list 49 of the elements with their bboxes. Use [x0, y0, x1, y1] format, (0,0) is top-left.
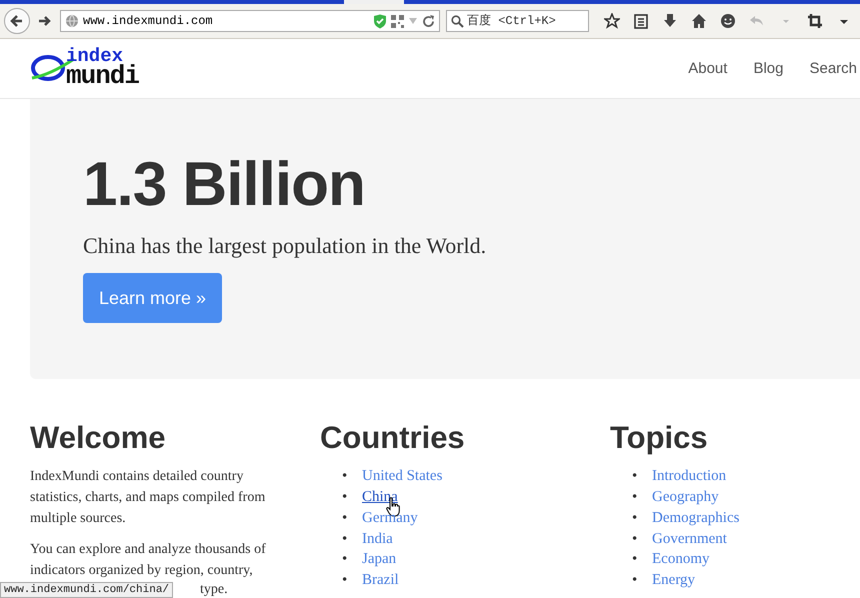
topics-link[interactable]: Introduction [652, 468, 726, 484]
bullet: • [632, 571, 638, 590]
bullet: • [342, 467, 348, 486]
shield-icon [373, 14, 387, 28]
bullet: • [632, 488, 638, 507]
bullet: • [342, 530, 348, 549]
search-box[interactable]: 百度 <Ctrl+K> [446, 10, 589, 32]
logo-text: index [66, 48, 124, 66]
back-icon [10, 14, 24, 28]
bullet: • [632, 550, 638, 570]
address-field[interactable]: www.indexmundi.com [83, 14, 369, 28]
hero-headline: 1.3 Billion [83, 151, 366, 220]
nav-link[interactable]: Search [809, 60, 857, 77]
countries-link[interactable]: Germany [362, 510, 418, 526]
countries-link[interactable]: China [362, 488, 398, 505]
countries-link[interactable]: Brazil [362, 572, 399, 588]
bullet: • [342, 550, 348, 570]
topics-link[interactable]: Economy [652, 551, 710, 568]
nav-link[interactable]: About [688, 60, 728, 77]
search-field[interactable]: 百度 <Ctrl+K> [467, 14, 584, 28]
bullet: • [632, 508, 638, 528]
section-heading: Countries [320, 419, 466, 456]
address-bar[interactable]: www.indexmundi.com [60, 10, 440, 32]
welcome-paragraph: IndexMundi contains detailed country statistics, charts, and maps compiled from multiple sources. [30, 468, 266, 528]
reload-icon[interactable] [422, 14, 435, 28]
countries-link[interactable]: Japan [362, 551, 396, 568]
search-icon [451, 14, 464, 28]
bullet: • [342, 488, 348, 507]
section-heading: Welcome [30, 419, 167, 456]
bullet: • [342, 571, 348, 590]
learn-more-button[interactable]: Learn more » [83, 273, 222, 324]
bullet: • [632, 467, 638, 486]
bullet: • [632, 530, 638, 549]
section-heading: Topics [610, 419, 709, 456]
countries-link[interactable]: United States [362, 468, 442, 484]
nav-link[interactable]: Blog [753, 60, 784, 77]
qr-code-icon[interactable] [391, 14, 404, 28]
topics-link[interactable]: Geography [652, 488, 719, 505]
topics-link[interactable]: Government [652, 530, 727, 547]
status-url: www.indexmundi.com/china/ [0, 582, 174, 598]
bullet: • [342, 508, 348, 528]
globe-icon [65, 14, 79, 28]
paragraph-fragment: type. [200, 582, 228, 598]
back-button[interactable] [4, 8, 30, 34]
topics-link[interactable]: Demographics [652, 510, 740, 526]
topics-link[interactable]: Energy [652, 572, 696, 588]
countries-link[interactable]: India [362, 530, 393, 547]
hero-subtitle: China has the largest population in the World. [83, 233, 488, 260]
logo-text: mundi [66, 65, 140, 89]
